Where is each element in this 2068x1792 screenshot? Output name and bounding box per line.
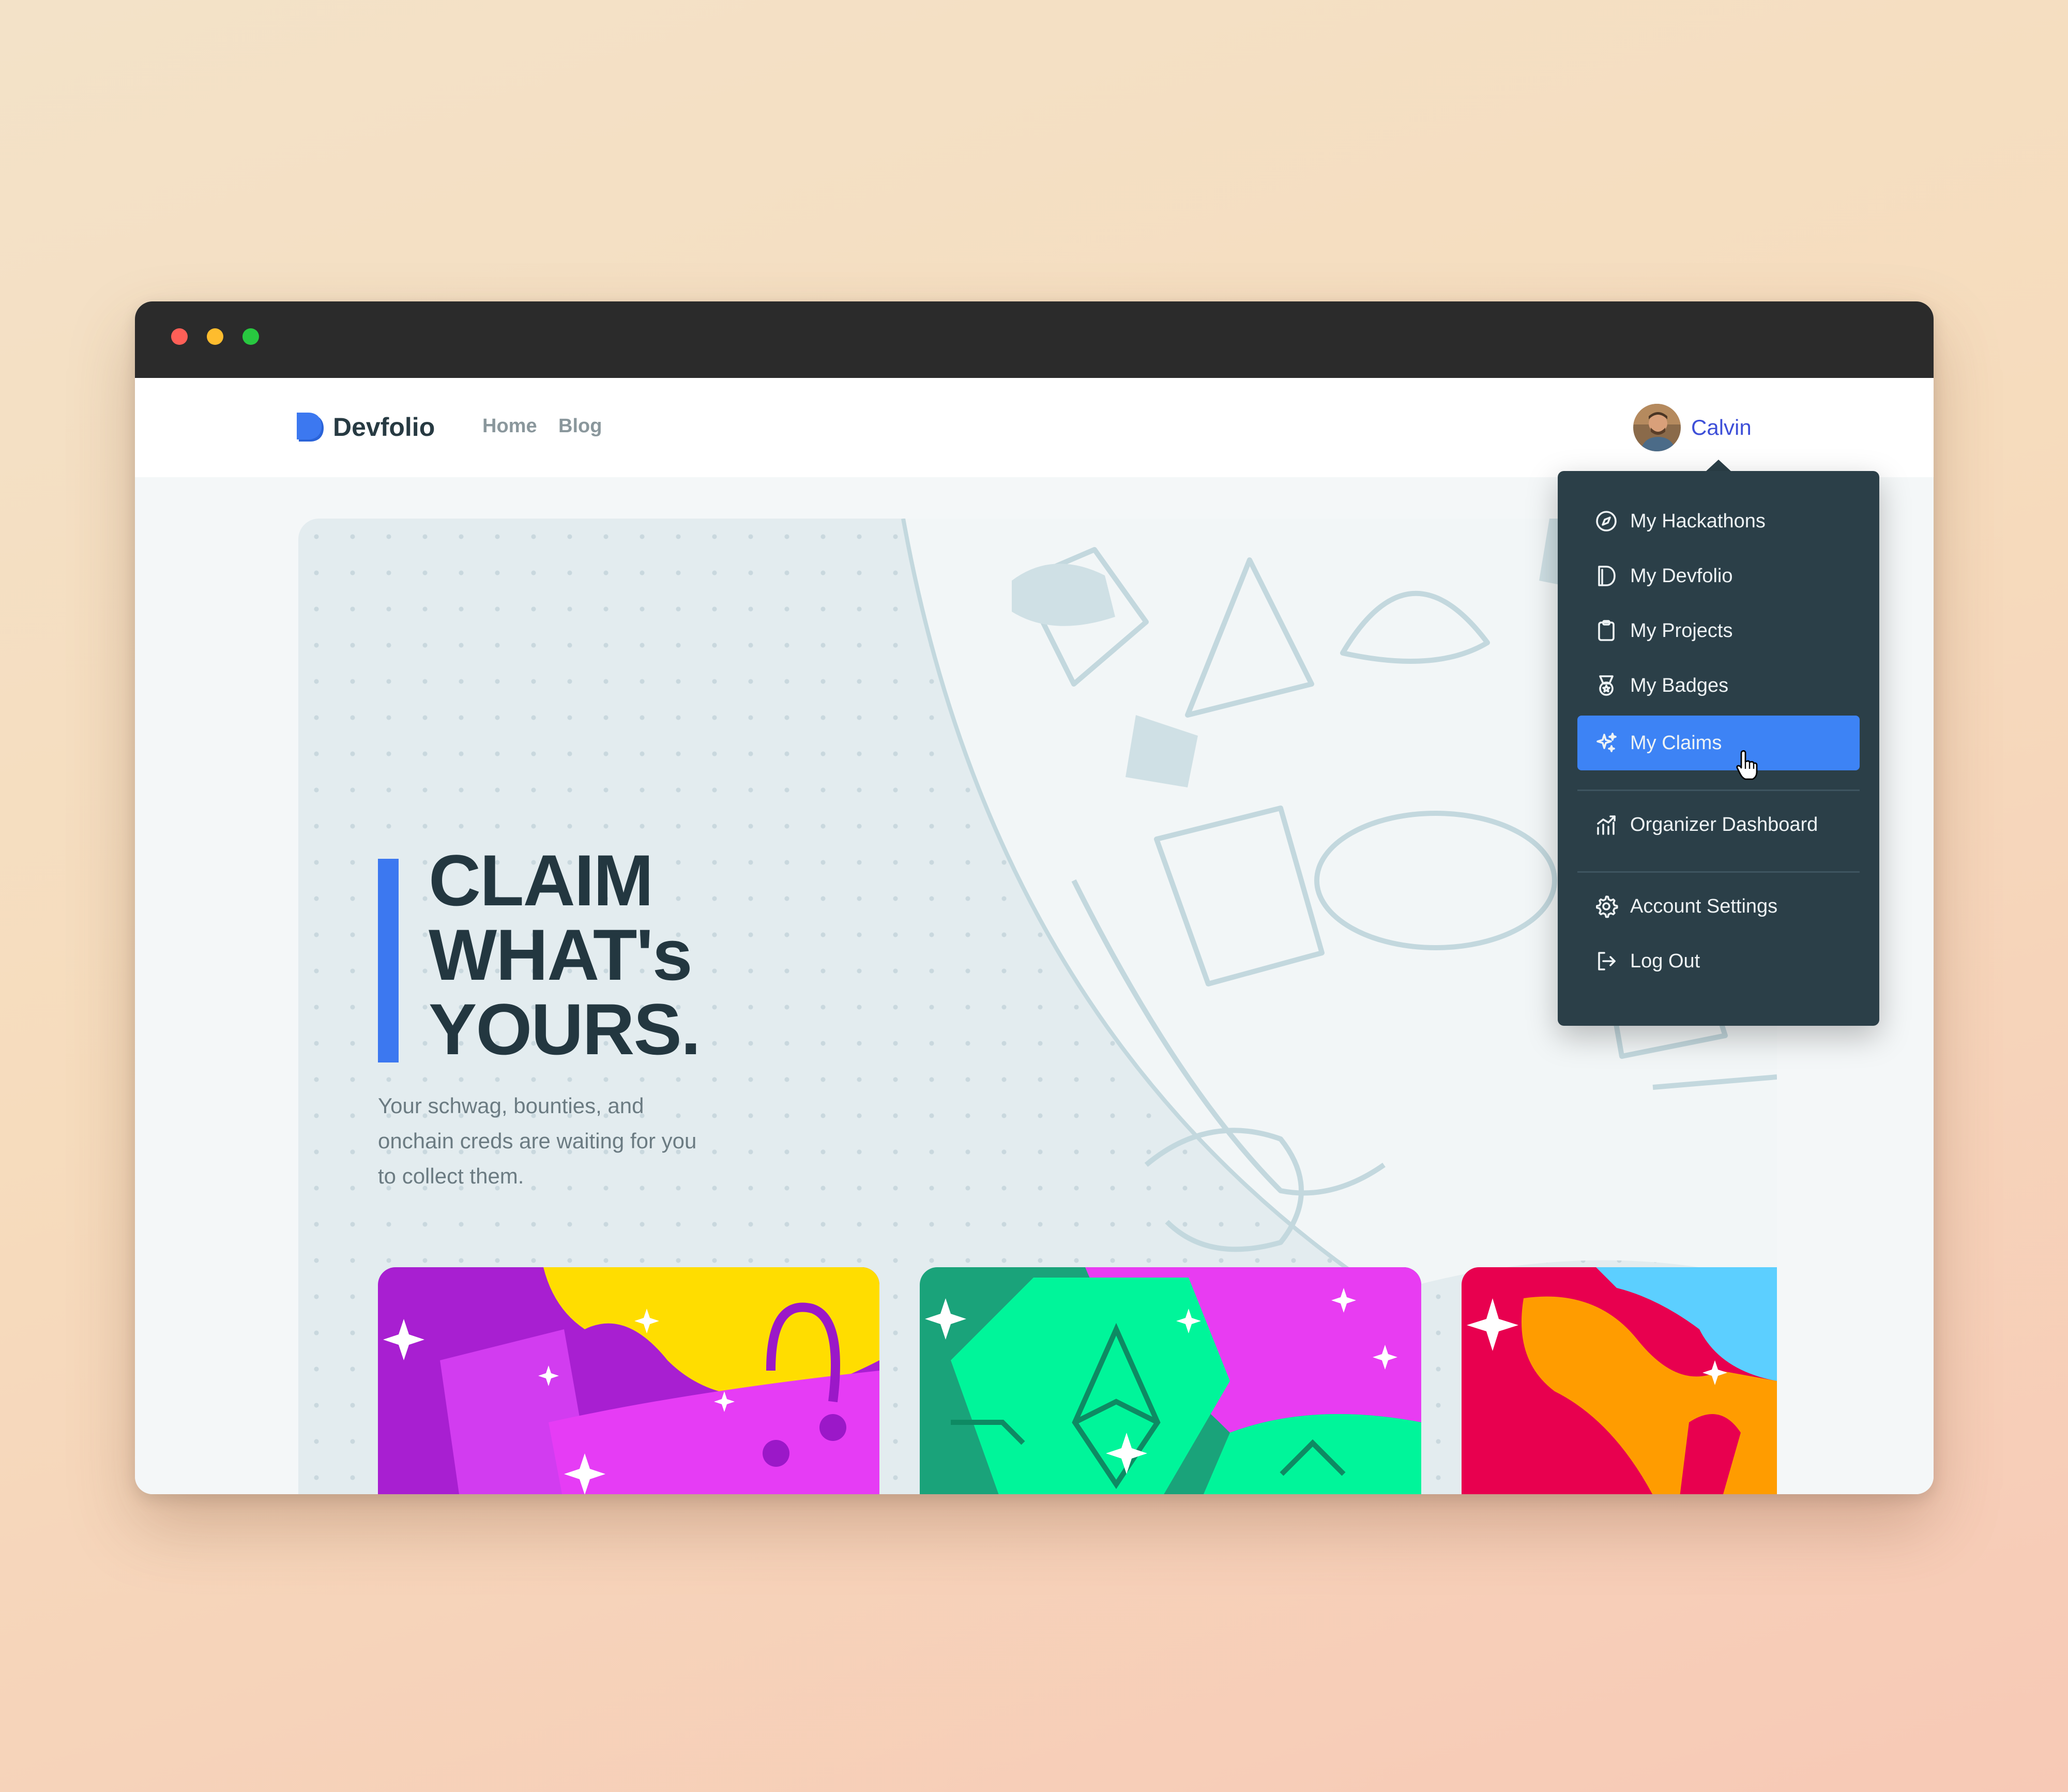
menu-item-my-badges[interactable]: My Badges bbox=[1577, 658, 1860, 713]
user-name: Calvin bbox=[1691, 415, 1752, 439]
hand-pointer-cursor-icon bbox=[1736, 750, 1758, 780]
menu-item-label: My Badges bbox=[1630, 674, 1729, 696]
sparkles-icon bbox=[1593, 730, 1620, 756]
dropdown-arrow bbox=[1705, 460, 1732, 472]
avatar bbox=[1633, 404, 1681, 451]
menu-item-my-devfolio[interactable]: My Devfolio bbox=[1577, 549, 1860, 603]
gear-icon bbox=[1593, 893, 1620, 920]
claim-card[interactable] bbox=[378, 1267, 879, 1494]
user-menu-toggle[interactable]: Calvin bbox=[1633, 404, 1752, 451]
claim-card[interactable] bbox=[920, 1267, 1421, 1494]
menu-item-label: My Devfolio bbox=[1630, 565, 1733, 587]
headline-line: YOURS. bbox=[429, 989, 701, 1070]
devfolio-logo[interactable]: Devfolio bbox=[297, 406, 435, 448]
menu-divider bbox=[1577, 789, 1860, 791]
top-navbar: Devfolio Home Blog Calvin bbox=[135, 378, 1934, 477]
trophy-illustration-icon bbox=[1462, 1267, 1777, 1494]
headline-line: WHAT's bbox=[429, 914, 693, 995]
menu-item-label: Account Settings bbox=[1630, 895, 1778, 917]
logout-icon bbox=[1593, 948, 1620, 975]
clipboard-icon bbox=[1593, 617, 1620, 644]
menu-item-organizer-dashboard[interactable]: Organizer Dashboard bbox=[1577, 797, 1860, 852]
minimize-window-button[interactable] bbox=[207, 328, 223, 345]
shopping-bag-illustration-icon bbox=[378, 1267, 879, 1494]
menu-item-label: Log Out bbox=[1630, 950, 1700, 972]
app-name: Devfolio bbox=[333, 413, 435, 442]
compass-icon bbox=[1593, 508, 1620, 535]
menu-item-label: Organizer Dashboard bbox=[1630, 813, 1818, 836]
medal-icon bbox=[1593, 672, 1620, 699]
menu-item-my-projects[interactable]: My Projects bbox=[1577, 603, 1860, 658]
headline-line: CLAIM bbox=[429, 840, 653, 921]
hero-headline: CLAIM WHAT's YOURS. bbox=[429, 840, 701, 1070]
nav-link-home[interactable]: Home bbox=[482, 415, 537, 437]
maximize-window-button[interactable] bbox=[242, 328, 259, 345]
menu-item-label: My Claims bbox=[1630, 732, 1722, 754]
hero-subtext: Your schwag, bounties, and onchain creds… bbox=[378, 1094, 697, 1188]
menu-item-label: My Projects bbox=[1630, 619, 1733, 642]
ethereum-circuit-illustration-icon bbox=[920, 1267, 1421, 1494]
menu-item-account-settings[interactable]: Account Settings bbox=[1577, 879, 1860, 934]
menu-item-my-claims[interactable]: My Claims bbox=[1577, 716, 1860, 770]
chart-icon bbox=[1593, 811, 1620, 838]
menu-item-label: My Hackathons bbox=[1630, 510, 1766, 532]
menu-divider bbox=[1577, 871, 1860, 873]
claim-card[interactable] bbox=[1462, 1267, 1777, 1494]
menu-item-my-hackathons[interactable]: My Hackathons bbox=[1577, 494, 1860, 549]
hero-banner: CLAIM WHAT's YOURS. Your schwag, bountie… bbox=[298, 519, 1777, 1494]
headline-accent-bar bbox=[378, 859, 399, 1062]
close-window-button[interactable] bbox=[171, 328, 188, 345]
nav-link-blog[interactable]: Blog bbox=[558, 415, 602, 437]
devfolio-logo-icon bbox=[297, 413, 324, 442]
devfolio-icon bbox=[1593, 563, 1620, 589]
window-titlebar bbox=[135, 301, 1934, 378]
menu-item-log-out[interactable]: Log Out bbox=[1577, 934, 1860, 989]
user-dropdown-menu: My Hackathons My Devfolio My Projects My… bbox=[1558, 471, 1879, 1026]
